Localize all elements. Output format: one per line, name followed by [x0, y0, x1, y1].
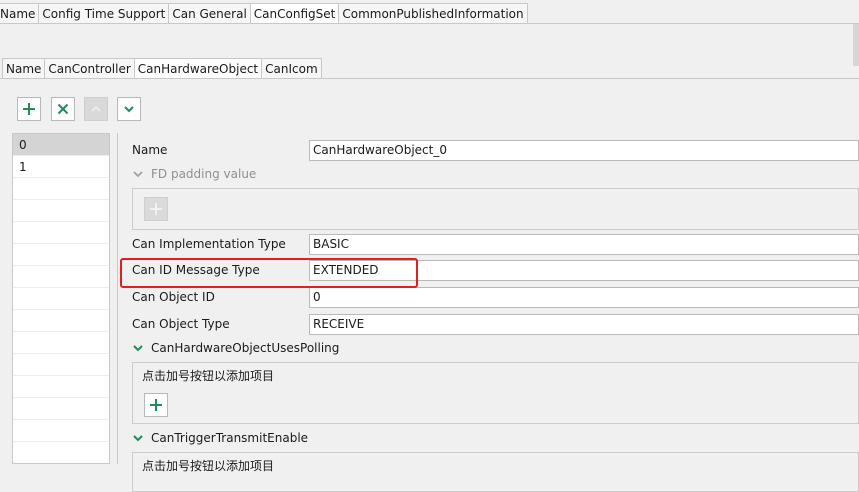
name-field[interactable]: CanHardwareObject_0: [309, 140, 859, 161]
list-row-empty: [13, 398, 109, 420]
name-label: Name: [132, 143, 168, 157]
subtab-can-hardware-object[interactable]: CanHardwareObject: [133, 58, 263, 78]
list-row-empty: [13, 200, 109, 222]
uses-polling-hint: 点击加号按钮以添加项目: [142, 369, 275, 383]
uses-polling-title: CanHardwareObjectUsesPolling: [151, 341, 340, 355]
sub-tab-divider: [0, 78, 859, 79]
fd-padding-section-header[interactable]: FD padding value: [132, 164, 256, 184]
tab-config-time-support[interactable]: Config Time Support: [38, 3, 170, 23]
uses-polling-section-header[interactable]: CanHardwareObjectUsesPolling: [132, 338, 339, 358]
uses-polling-box: 点击加号按钮以添加项目: [132, 362, 859, 424]
object-id-label: Can Object ID: [132, 290, 215, 304]
top-tab-bar: Name Config Time Support Can General Can…: [0, 3, 528, 24]
trigger-transmit-section-header[interactable]: CanTriggerTransmitEnable: [132, 428, 308, 448]
impl-type-field[interactable]: BASIC: [309, 234, 859, 255]
chevron-down-icon: [124, 106, 134, 113]
vertical-scrollbar[interactable]: [853, 24, 859, 66]
chevron-down-icon: [133, 171, 143, 178]
impl-type-label: Can Implementation Type: [132, 237, 286, 251]
fd-padding-add-button[interactable]: [144, 197, 168, 221]
close-icon: [57, 103, 69, 115]
list-row-empty: [13, 222, 109, 244]
list-item[interactable]: 0: [13, 134, 109, 156]
list-row-empty: [13, 420, 109, 442]
list-row-empty: [13, 376, 109, 398]
id-msg-type-label: Can ID Message Type: [132, 263, 260, 277]
plus-icon: [150, 399, 162, 411]
list-row-empty: [13, 354, 109, 376]
properties-form: Name CanHardwareObject_0 FD padding valu…: [118, 133, 859, 492]
trigger-transmit-box: 点击加号按钮以添加项目: [132, 452, 859, 492]
object-id-field[interactable]: 0: [309, 287, 859, 308]
top-tab-divider: [0, 23, 859, 24]
subtab-name[interactable]: Name: [2, 58, 46, 78]
trigger-transmit-title: CanTriggerTransmitEnable: [151, 431, 309, 445]
list-row-empty: [13, 266, 109, 288]
tab-common-published-information[interactable]: CommonPublishedInformation: [338, 3, 528, 23]
move-down-button[interactable]: [117, 97, 141, 121]
subtab-can-icom[interactable]: CanIcom: [261, 58, 322, 78]
subtab-can-controller[interactable]: CanController: [44, 58, 135, 78]
list-row-empty: [13, 178, 109, 200]
tab-can-general[interactable]: Can General: [168, 3, 251, 23]
object-type-label: Can Object Type: [132, 317, 230, 331]
list-row-empty: [13, 310, 109, 332]
chevron-up-icon: [91, 105, 101, 112]
chevron-down-icon: [133, 345, 143, 352]
uses-polling-add-button[interactable]: [144, 393, 168, 417]
list-item[interactable]: 1: [13, 156, 109, 178]
add-item-button[interactable]: [17, 97, 41, 121]
move-up-button[interactable]: [84, 97, 108, 121]
list-row-empty: [13, 332, 109, 354]
object-type-field[interactable]: RECEIVE: [309, 314, 859, 335]
hardware-object-list: 0 1: [12, 133, 110, 464]
fd-padding-title: FD padding value: [151, 167, 257, 181]
tab-name[interactable]: Name: [0, 3, 40, 23]
plus-icon: [23, 103, 35, 115]
list-row-empty: [13, 442, 109, 463]
tab-can-config-set[interactable]: CanConfigSet: [249, 3, 340, 23]
plus-icon: [150, 203, 162, 215]
trigger-transmit-hint: 点击加号按钮以添加项目: [142, 459, 275, 473]
chevron-down-icon: [133, 435, 143, 442]
remove-item-button[interactable]: [51, 97, 75, 121]
id-msg-type-field[interactable]: EXTENDED: [309, 260, 859, 281]
sub-tab-bar: Name CanController CanHardwareObject Can…: [2, 58, 322, 79]
list-row-empty: [13, 288, 109, 310]
fd-padding-box: [132, 188, 859, 230]
list-row-empty: [13, 244, 109, 266]
